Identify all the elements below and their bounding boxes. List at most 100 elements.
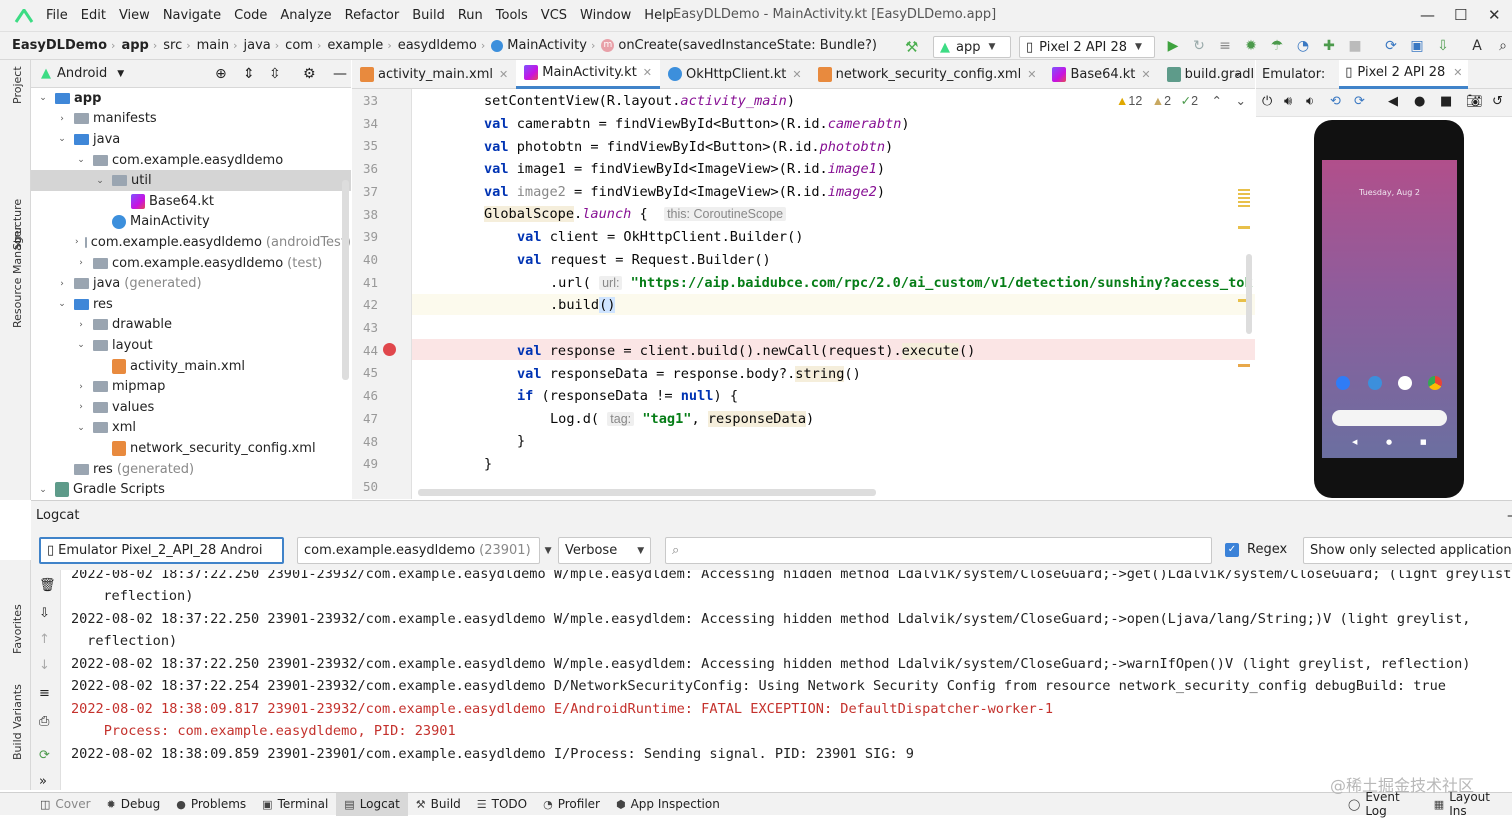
menu-item-code[interactable]: Code — [234, 8, 267, 23]
breadcrumb-item[interactable]: onCreate(savedInstanceState: Bundle?) — [618, 38, 877, 53]
chevron-right-icon[interactable]: › — [75, 258, 87, 268]
stop-icon[interactable]: ■ — [1346, 37, 1364, 55]
menu-item-file[interactable]: File — [46, 8, 68, 23]
tree-item[interactable]: activity_main.xml — [31, 356, 351, 377]
tool-window-profiler[interactable]: ◔ Profiler — [535, 793, 608, 816]
device-select[interactable]: ▯ Pixel 2 API 28 ▼ — [1019, 36, 1155, 58]
tree-item[interactable]: › java (generated) — [31, 273, 351, 294]
warning-stripe-marker[interactable] — [1238, 189, 1250, 209]
tree-item[interactable]: ⌄ layout — [31, 335, 351, 356]
close-tab-icon[interactable]: ✕ — [792, 68, 801, 81]
minimize-icon[interactable]: — — [1420, 6, 1435, 24]
tool-window-problems[interactable]: ● Problems — [168, 793, 254, 816]
rotate-left-icon[interactable]: ⟲ — [1330, 94, 1341, 109]
project-view-select[interactable]: Android — [57, 66, 107, 81]
logcat-output[interactable]: 2022-08-02 18:37:22.250 23901-23932/com.… — [61, 570, 1512, 790]
trash-icon[interactable]: 🗑︎ — [39, 578, 56, 593]
hide-icon[interactable]: — — [333, 66, 347, 82]
messages-app-icon[interactable] — [1368, 376, 1382, 390]
close-tab-icon[interactable]: ✕ — [1027, 68, 1036, 81]
editor-tab[interactable]: activity_main.xml ✕ — [352, 60, 516, 89]
logcat-filter-select[interactable]: Show only selected application — [1303, 537, 1512, 564]
translate-icon[interactable]: A — [1468, 37, 1486, 55]
menu-item-vcs[interactable]: VCS — [541, 8, 567, 23]
tree-item[interactable]: › com.example.easydldemo (androidTest) — [31, 232, 351, 253]
menu-item-tools[interactable]: Tools — [496, 8, 528, 23]
tool-window-build[interactable]: ⚒ Build — [408, 793, 469, 816]
breadcrumb-item[interactable]: src — [163, 38, 182, 53]
coverage-icon[interactable]: ☂ — [1268, 37, 1286, 55]
home-icon[interactable]: ● — [1414, 94, 1425, 109]
breadcrumb-item[interactable]: main — [197, 38, 229, 53]
hide-panel-icon[interactable]: — — [1507, 508, 1512, 524]
breadcrumb-item[interactable]: com — [285, 38, 313, 53]
phone-app-icon[interactable] — [1336, 376, 1350, 390]
tree-item[interactable]: › values — [31, 397, 351, 418]
resource-manager-tool-tab[interactable]: Resource Manager — [11, 226, 24, 328]
tree-item[interactable]: ⌄ com.example.easydldemo — [31, 150, 351, 171]
chevron-right-icon[interactable]: › — [75, 382, 87, 392]
collapse-all-icon[interactable]: ⇳ — [269, 66, 281, 82]
logcat-device-select[interactable]: ▯ Emulator Pixel_2_API_28 Androic — [39, 537, 284, 564]
attach-debugger-icon[interactable]: ✚ — [1320, 37, 1338, 55]
menu-item-help[interactable]: Help — [644, 8, 674, 23]
arrow-down-icon[interactable]: ↓ — [39, 658, 50, 673]
menu-item-refactor[interactable]: Refactor — [345, 8, 400, 23]
play-store-icon[interactable] — [1398, 376, 1412, 390]
emulator-screen[interactable]: Tuesday, Aug 2 ◀ ● ■ — [1322, 160, 1457, 458]
more-icon[interactable]: » — [39, 774, 47, 789]
sdk-manager-icon[interactable]: ⇩ — [1434, 37, 1452, 55]
breadcrumb-item[interactable]: app — [121, 38, 148, 53]
chevron-right-icon[interactable]: › — [75, 237, 79, 247]
tree-item[interactable]: › drawable — [31, 315, 351, 336]
close-tab-icon[interactable]: ✕ — [1141, 68, 1150, 81]
search-everywhere-icon[interactable]: ⌕ — [1494, 37, 1512, 55]
tabs-overflow-icon[interactable]: ⌄ — [1233, 66, 1242, 79]
close-icon[interactable]: ✕ — [1488, 6, 1501, 24]
tree-item[interactable]: ⌄ java — [31, 129, 351, 150]
nav-home-icon[interactable]: ● — [1386, 438, 1392, 446]
tool-window-app-inspection[interactable]: ⬢ App Inspection — [608, 793, 728, 816]
tool-window-cover[interactable]: ◫ Cover — [32, 793, 99, 816]
google-search-bar[interactable] — [1332, 410, 1447, 426]
chevron-down-icon[interactable]: ⌄ — [75, 155, 87, 165]
editor-tab[interactable]: MainActivity.kt ✕ — [516, 59, 661, 89]
warning-stripe-marker[interactable] — [1238, 226, 1250, 229]
apply-code-icon[interactable]: ≡ — [1216, 37, 1234, 55]
menu-item-navigate[interactable]: Navigate — [163, 8, 221, 23]
tree-item[interactable]: ⌄ res — [31, 294, 351, 315]
tool-window-logcat[interactable]: ▤ Logcat — [336, 792, 408, 816]
code-editor[interactable]: setContentView(R.layout.activity_main) v… — [412, 89, 1255, 499]
tree-item[interactable]: MainActivity — [31, 212, 351, 233]
sync-gradle-icon[interactable]: ⟳ — [1382, 37, 1400, 55]
editor-h-scrollbar[interactable] — [418, 489, 876, 496]
breadcrumb-item[interactable]: example — [327, 38, 383, 53]
editor-v-scrollbar[interactable] — [1246, 254, 1252, 334]
chevron-right-icon[interactable]: › — [75, 320, 87, 330]
screenshot-icon[interactable]: 📷︎ — [1466, 94, 1483, 109]
close-tab-icon[interactable]: ✕ — [643, 66, 652, 79]
snapshot-icon[interactable]: ↺ — [1492, 94, 1503, 109]
emulator-device-tab[interactable]: ▯ Pixel 2 API 28 ✕ — [1339, 59, 1469, 89]
close-tab-icon[interactable]: ✕ — [1453, 66, 1462, 79]
device-manager-icon[interactable]: ▣ — [1408, 37, 1426, 55]
print-icon[interactable]: ⎙ — [39, 714, 49, 729]
chevron-down-icon[interactable]: ⌄ — [37, 485, 49, 495]
logcat-process-select[interactable]: com.example.easydldemo (23901) ▼ — [297, 537, 552, 564]
chevron-right-icon[interactable]: › — [56, 114, 68, 124]
menu-item-run[interactable]: Run — [458, 8, 483, 23]
tree-scrollbar[interactable] — [342, 180, 349, 380]
apply-changes-icon[interactable]: ↻ — [1190, 37, 1208, 55]
editor-tab[interactable]: OkHttpClient.kt ✕ — [660, 60, 810, 89]
tree-item[interactable]: Base64.kt — [31, 191, 351, 212]
soft-wrap-icon[interactable]: ≡ — [39, 686, 50, 701]
scroll-to-end-icon[interactable]: ⇩ — [39, 606, 50, 621]
tree-item[interactable]: ⌄ util — [31, 170, 351, 191]
debug-icon[interactable]: ✹ — [1242, 37, 1260, 55]
power-icon[interactable]: ⏻ — [1262, 94, 1272, 109]
gear-icon[interactable]: ⚙ — [303, 66, 316, 82]
chevron-down-icon[interactable]: ⌄ — [37, 93, 49, 103]
tree-item[interactable]: ⌄ app — [31, 88, 351, 109]
tree-item[interactable]: › mipmap — [31, 376, 351, 397]
chrome-icon[interactable] — [1428, 376, 1442, 390]
